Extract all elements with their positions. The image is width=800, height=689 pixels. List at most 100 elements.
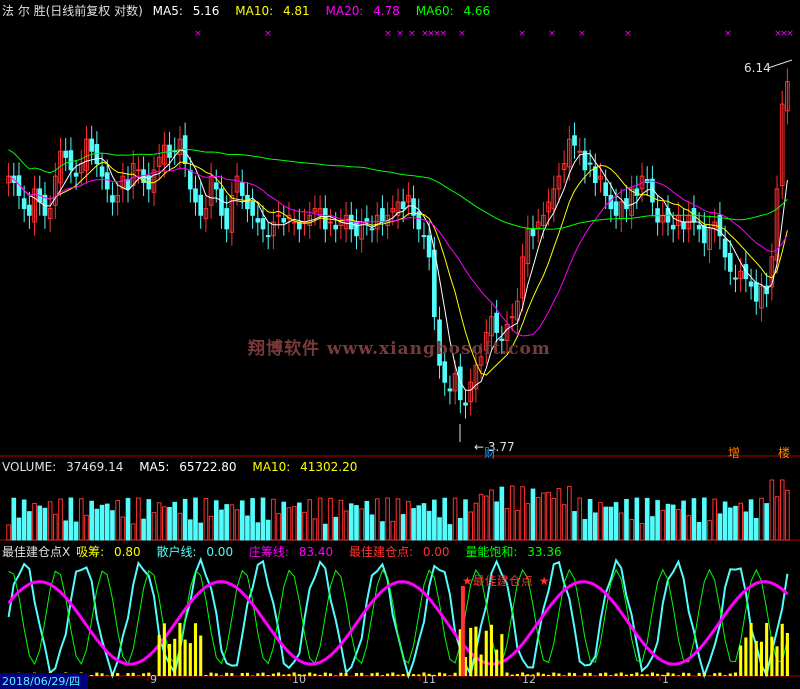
xichou-label: 吸筹: 0.80 — [76, 545, 141, 559]
candle-body — [380, 208, 385, 223]
candle-body — [73, 172, 79, 177]
ma5-label: MA5: 5.16 — [152, 4, 220, 18]
volume-bar — [520, 486, 525, 541]
zeng-marker[interactable]: 增 — [728, 444, 746, 461]
volume-bar — [702, 497, 707, 541]
volume-bar — [73, 521, 79, 541]
volume-bar — [592, 512, 598, 541]
volume-bar — [364, 500, 370, 541]
volume-bar — [468, 511, 474, 541]
price-panel-header: 法 尔 胜(日线前复权 对数) MA5: 5.16 MA10: 4.81 MA2… — [2, 2, 502, 19]
candle-body — [89, 138, 94, 152]
volume-bar — [224, 504, 229, 541]
candle-body — [369, 228, 375, 231]
volume-bar — [53, 513, 58, 541]
volume-bar — [354, 505, 359, 541]
vol-ma5-label: MA5: 65722.80 — [139, 460, 237, 474]
volume-bar — [234, 509, 240, 541]
volume-bar — [406, 501, 411, 541]
best-entry-annotation: ★最佳建仓点 ★ — [462, 574, 550, 588]
volume-bar — [489, 489, 494, 541]
volume-bar — [94, 508, 100, 541]
volume-bar — [608, 506, 614, 541]
candle-body — [400, 201, 406, 210]
candle-body — [68, 150, 74, 171]
volume-bar — [297, 502, 302, 541]
volume-bar — [676, 508, 681, 541]
volume-bar — [343, 510, 349, 541]
volume-bar — [525, 503, 531, 541]
volume-bar — [42, 507, 48, 541]
candle-body — [702, 225, 707, 244]
volume-bar — [68, 497, 74, 541]
liang-line — [8, 568, 788, 666]
volume-bar — [551, 497, 557, 541]
candle-body — [530, 228, 536, 237]
info-marker-icon: × — [194, 29, 202, 39]
volume-bar — [307, 499, 313, 541]
volume-panel-header: VOLUME: 37469.14 MA5: 65722.80 MA10: 413… — [2, 460, 369, 474]
volume-bar — [369, 514, 375, 541]
volume-bar — [426, 510, 432, 541]
volume-bar — [120, 516, 126, 541]
volume-bar — [395, 498, 401, 541]
candle-body — [421, 235, 427, 238]
best-entry-label: 最佳建仓点: 0.00 — [348, 545, 450, 559]
volume-bar — [442, 497, 448, 541]
volume-bar — [312, 518, 318, 541]
volume-bar — [478, 493, 484, 541]
info-marker-icon: × — [264, 29, 272, 39]
volume-bar — [634, 497, 640, 541]
candle-body — [432, 249, 437, 318]
volume-bar — [779, 479, 785, 541]
volume-bar — [400, 514, 406, 541]
candlestick-series — [6, 68, 790, 419]
volume-bar — [722, 501, 728, 541]
cai-marker[interactable]: 财 — [484, 444, 502, 461]
volume-bar — [509, 485, 515, 541]
volume-bar — [177, 512, 183, 541]
candle-body — [354, 221, 359, 237]
volume-bar — [556, 488, 562, 541]
candle-body — [603, 182, 608, 196]
volume-bar — [115, 499, 120, 541]
volume-bar — [359, 508, 364, 541]
lou-marker[interactable]: 楼 — [778, 444, 796, 461]
volume-bar — [271, 498, 276, 541]
volume-bar — [276, 513, 281, 541]
candle-body — [727, 253, 733, 272]
volume-bar — [188, 519, 193, 541]
volume-bar — [546, 491, 551, 541]
watermark: 翔博软件 www.xiangbosoft.com — [248, 339, 551, 359]
volume-bar — [494, 501, 499, 541]
volume-bar — [99, 504, 105, 541]
volume-bar — [473, 502, 479, 541]
volume-bar — [769, 479, 775, 541]
candle-body — [281, 218, 287, 223]
volume-bar — [156, 502, 162, 541]
candle-body — [748, 281, 754, 287]
candle-body — [21, 198, 27, 210]
info-marker-icon: × — [439, 29, 447, 39]
volume-bar — [110, 510, 115, 541]
volume-bar — [333, 516, 339, 541]
candle-body — [572, 135, 577, 146]
volume-bar — [577, 497, 583, 541]
volume-bar — [743, 511, 749, 541]
month-label-0: 9 — [150, 673, 157, 686]
volume-bar — [281, 501, 287, 541]
volume-bar — [707, 520, 712, 541]
volume-bar — [437, 517, 442, 541]
volume-bar — [193, 497, 198, 541]
candle-body — [442, 361, 448, 383]
volume-bar — [696, 521, 702, 541]
volume-bar — [727, 507, 733, 541]
liang-label: 量能饱和: 33.36 — [465, 545, 562, 559]
volume-bar — [385, 497, 390, 541]
volume-bar — [27, 511, 32, 541]
volume-bar — [172, 501, 178, 541]
candle-body — [328, 221, 333, 224]
candle-body — [104, 172, 110, 190]
volume-bar — [322, 523, 328, 541]
volume-bar — [317, 497, 323, 541]
